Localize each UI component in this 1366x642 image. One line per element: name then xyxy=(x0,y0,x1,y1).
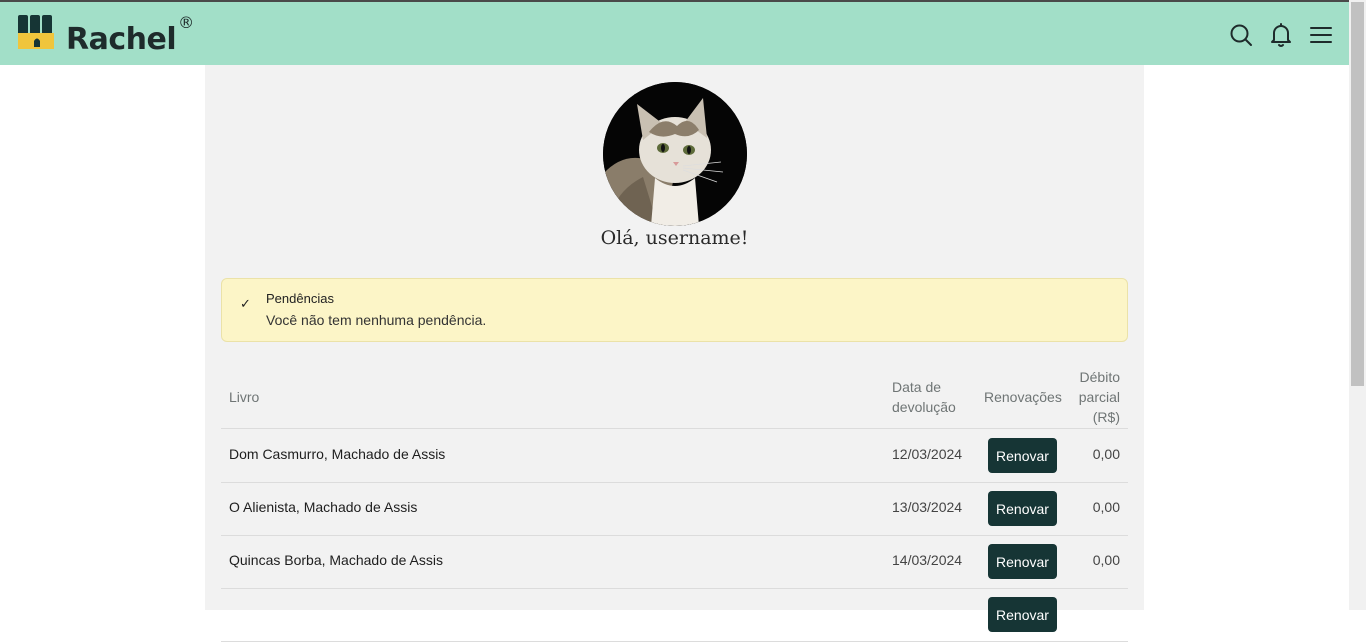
renew-button[interactable]: Renovar xyxy=(988,544,1057,579)
partial-debt: 0,00 xyxy=(1092,499,1120,515)
table-row: Dom Casmurro, Machado de Assis 12/03/202… xyxy=(221,429,1128,483)
header-date-line2: devolução xyxy=(892,399,956,415)
book-title: O Alienista, Machado de Assis xyxy=(229,499,418,515)
pending-alert: ✓ Pendências Você não tem nenhuma pendên… xyxy=(221,278,1128,342)
renew-button[interactable]: Renovar xyxy=(988,438,1057,473)
header-book: Livro xyxy=(229,389,260,405)
registered-mark: ® xyxy=(178,13,194,32)
renew-button[interactable]: Renovar xyxy=(988,597,1057,632)
renew-button[interactable]: Renovar xyxy=(988,491,1057,526)
top-navbar: Rachel ® xyxy=(0,0,1349,65)
table-row: O Alienista, Machado de Assis 13/03/2024… xyxy=(221,482,1128,536)
brand-text: Rachel xyxy=(66,22,177,57)
partial-debt: 0,00 xyxy=(1092,552,1120,568)
table-row: Quincas Borba, Machado de Assis 14/03/20… xyxy=(221,535,1128,589)
scrollbar-thumb[interactable] xyxy=(1351,2,1364,386)
library-logo-icon[interactable] xyxy=(18,15,54,49)
menu-icon[interactable] xyxy=(1309,23,1333,47)
main-content: Olá, username! ✓ Pendências Você não tem… xyxy=(205,65,1144,642)
avatar[interactable] xyxy=(603,82,747,226)
cat-photo-icon xyxy=(603,82,747,226)
header-date: Data de devolução xyxy=(892,377,956,417)
header-date-line1: Data de xyxy=(892,379,942,395)
alert-message: Você não tem nenhuma pendência. xyxy=(266,312,487,328)
brand-name[interactable]: Rachel ® xyxy=(66,13,194,59)
bell-icon[interactable] xyxy=(1269,23,1293,47)
header-debt-line2: parcial xyxy=(1078,389,1120,405)
header-debt-line1: Débito xyxy=(1079,369,1120,385)
search-icon[interactable] xyxy=(1229,23,1253,47)
alert-title: Pendências xyxy=(266,291,334,306)
table-row: Renovar xyxy=(221,588,1128,642)
header-debt: Débito parcial (R$) xyxy=(1079,367,1120,427)
header-renewals: Renovações xyxy=(984,389,1062,405)
check-icon: ✓ xyxy=(240,296,251,311)
return-date: 12/03/2024 xyxy=(892,446,963,462)
greeting-text: Olá, username! xyxy=(600,227,749,249)
header-debt-line3: (R$) xyxy=(1092,409,1120,425)
partial-debt: 0,00 xyxy=(1092,446,1120,462)
return-date: 14/03/2024 xyxy=(892,552,963,568)
book-title: Quincas Borba, Machado de Assis xyxy=(229,552,444,568)
book-title: Dom Casmurro, Machado de Assis xyxy=(229,446,446,462)
return-date: 13/03/2024 xyxy=(892,499,963,515)
